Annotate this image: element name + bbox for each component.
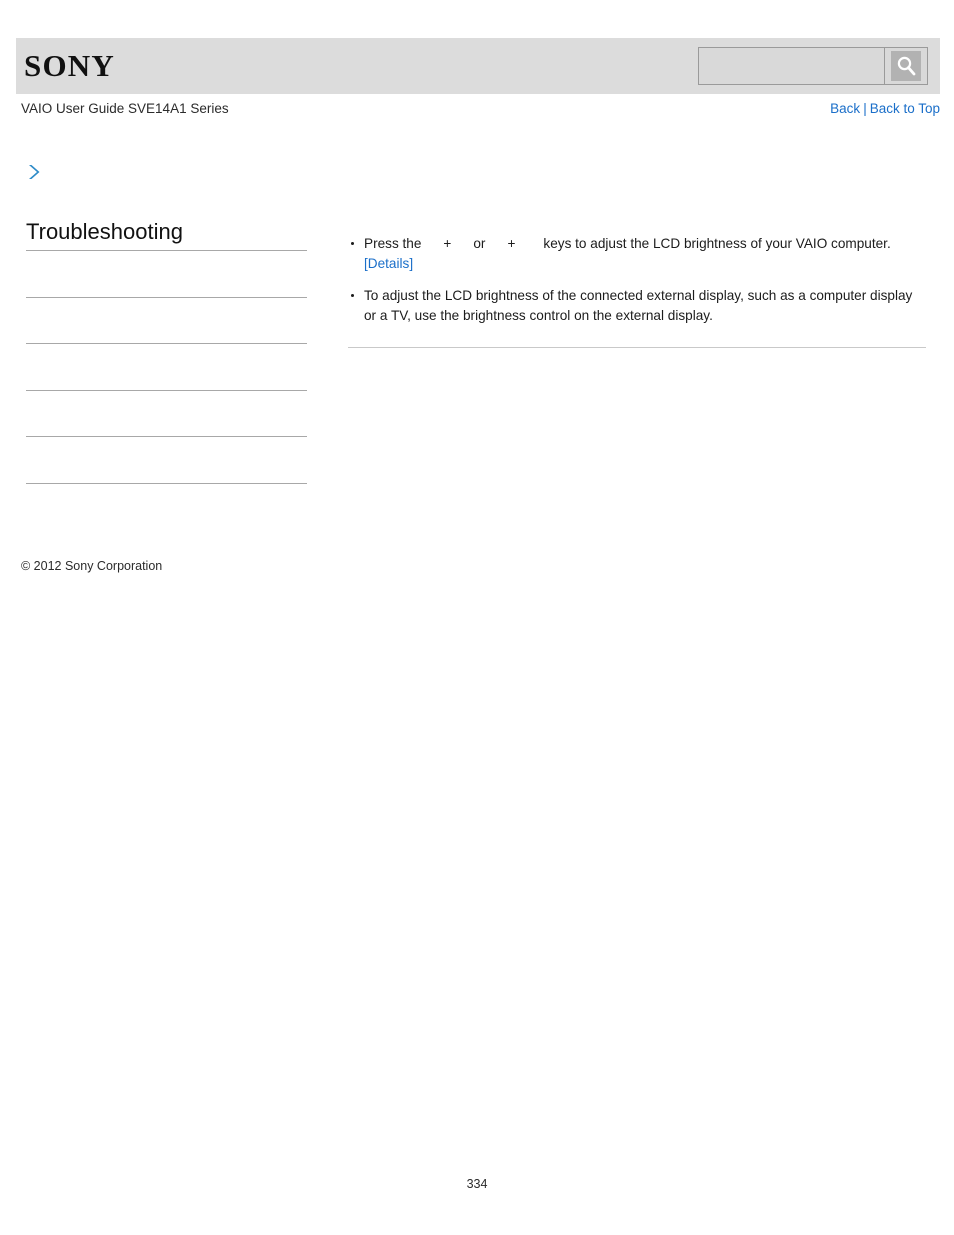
plus-sign-2: + [507,236,516,251]
bullet-text-lead: Press the [364,236,422,251]
sidebar: Troubleshooting [26,218,307,529]
nav-separator: | [863,101,867,116]
search-input[interactable] [698,47,884,85]
bullet-connector: or [473,236,486,251]
plus-sign-1: + [443,236,452,251]
top-navigation: Back | Back to Top [830,101,940,116]
details-link[interactable]: [Details] [364,256,413,271]
back-to-top-link[interactable]: Back to Top [870,101,940,116]
content-divider [348,347,926,348]
back-link[interactable]: Back [830,101,860,116]
page-root: SONY VAIO User Guide SVE14A1 Series Back… [0,0,954,1235]
list-item: Press the + or + keys to adjust the LCD brig… [348,234,926,274]
chevron-right-icon[interactable] [26,163,42,181]
main-content: Press the + or + keys to adjust the LCD brig… [348,234,926,338]
sidebar-item-5[interactable] [26,436,307,483]
search-area [698,47,928,85]
header-bar: SONY [16,38,940,94]
sidebar-item-2[interactable] [26,296,307,344]
search-button[interactable] [884,47,928,85]
search-icon [891,51,921,81]
page-number: 334 [466,1177,488,1191]
sidebar-item-3[interactable] [26,343,307,390]
sidebar-item-1[interactable] [26,250,307,297]
sidebar-nav-list [26,250,307,529]
copyright-notice: © 2012 Sony Corporation [21,559,163,573]
bullet-text: To adjust the LCD brightness of the conn… [364,288,913,323]
bullet-text-tail: keys to adjust the LCD brightness of you… [543,236,891,251]
sidebar-item-4[interactable] [26,389,307,437]
sidebar-title: Troubleshooting [26,219,183,244]
instruction-list: Press the + or + keys to adjust the LCD brig… [348,234,926,326]
list-item: To adjust the LCD brightness of the conn… [348,286,926,326]
guide-title: VAIO User Guide SVE14A1 Series [21,101,229,116]
sidebar-item-6[interactable] [26,482,307,530]
sony-logo[interactable]: SONY [24,45,115,87]
